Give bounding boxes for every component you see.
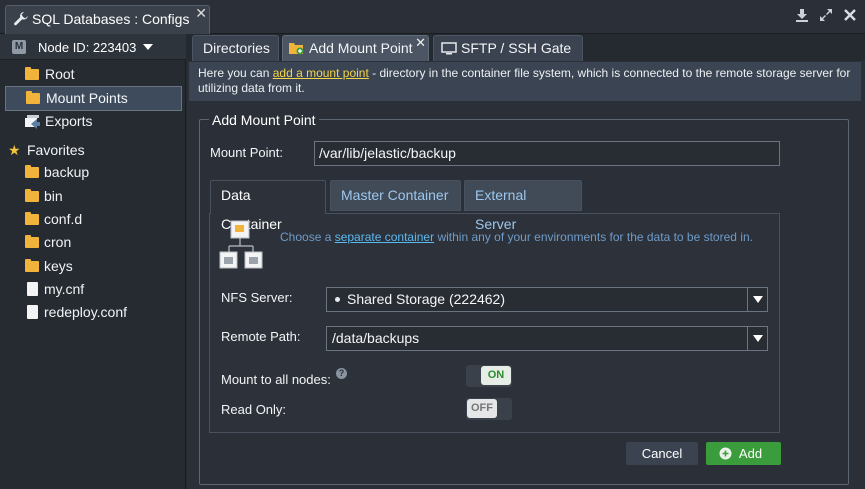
chevron-down-icon[interactable] <box>747 288 767 311</box>
favorite-item-bin[interactable]: bin <box>5 185 182 208</box>
star-icon: ★ <box>8 142 21 158</box>
sidebar-item-label: Exports <box>45 113 93 129</box>
nfs-server-select[interactable]: Shared Storage (222462) <box>326 287 768 312</box>
tab-add-mount-point[interactable]: Add Mount Point ✕ <box>282 35 429 61</box>
plus-circle-icon <box>719 447 732 460</box>
tab-master-container[interactable]: Master Container <box>330 180 461 211</box>
wrench-icon <box>14 12 28 26</box>
folder-add-icon <box>289 43 304 55</box>
close-icon[interactable]: ✕ <box>195 0 207 27</box>
favorite-label: my.cnf <box>44 281 85 297</box>
download-icon[interactable] <box>795 8 809 22</box>
container-tree-icon <box>219 220 263 269</box>
mount-all-nodes-toggle[interactable]: ON <box>466 365 512 387</box>
folder-icon <box>25 212 39 225</box>
file-icon <box>27 282 38 296</box>
favorite-label: conf.d <box>44 211 83 227</box>
favorites-header[interactable]: ★ Favorites <box>5 139 182 162</box>
toggle-state: ON <box>481 366 511 385</box>
chevron-down-icon <box>143 44 153 50</box>
window-tab[interactable]: SQL Databases : Configs ✕ <box>5 5 210 34</box>
close-window-icon[interactable] <box>843 8 857 22</box>
nfs-server-value: Shared Storage (222462) <box>347 291 505 307</box>
favorite-label: cron <box>44 234 72 250</box>
read-only-label: Read Only: <box>221 402 287 417</box>
exports-icon <box>25 115 40 129</box>
mount-point-label: Mount Point: <box>210 145 283 160</box>
cancel-button[interactable]: Cancel <box>626 442 698 465</box>
folder-icon <box>25 259 39 272</box>
tab-label: SFTP / SSH Gate <box>461 40 572 56</box>
sidebar-item-label: Root <box>45 66 75 82</box>
add-button[interactable]: Add <box>706 442 781 465</box>
favorite-label: backup <box>44 164 90 180</box>
mount-point-input[interactable]: /var/lib/jelastic/backup <box>314 141 780 166</box>
sidebar: M Node ID: 223403 Root Mount Points Expo… <box>0 34 186 489</box>
folder-icon <box>25 189 39 202</box>
mount-all-nodes-label: Mount to all nodes: <box>221 372 331 387</box>
favorite-item-conf-d[interactable]: conf.d <box>5 208 182 231</box>
monitor-icon <box>441 42 457 55</box>
favorites-label: Favorites <box>27 142 85 158</box>
separate-container-link[interactable]: separate container <box>335 230 434 244</box>
node-icon: M <box>12 40 26 54</box>
tab-bar: Directories Add Mount Point ✕ SFTP / SSH… <box>187 34 865 61</box>
nfs-server-label: NFS Server: <box>221 290 293 305</box>
hint-prefix: Choose a <box>280 230 335 244</box>
tab-data-container[interactable]: Data Container <box>210 180 326 232</box>
info-prefix: Here you can <box>198 66 273 80</box>
sidebar-item-exports[interactable]: Exports <box>5 110 182 133</box>
favorite-item-keys[interactable]: keys <box>5 255 182 278</box>
node-selector[interactable]: M Node ID: 223403 <box>0 34 186 60</box>
data-container-hint: Choose a separate container within any o… <box>280 230 760 245</box>
chevron-down-icon[interactable] <box>747 327 767 350</box>
favorite-item-backup[interactable]: backup <box>5 161 182 184</box>
inner-tab-label: Master Container <box>341 187 449 203</box>
tab-label: Directories <box>203 40 270 56</box>
favorite-label: keys <box>44 258 73 274</box>
folder-icon <box>25 67 39 80</box>
file-icon <box>27 305 38 319</box>
window-title: SQL Databases : Configs <box>32 11 190 27</box>
add-label: Add <box>738 446 763 461</box>
window-titlebar: SQL Databases : Configs ✕ <box>0 0 865 34</box>
tab-label: Add Mount Point <box>309 40 413 56</box>
remote-path-value: /data/backups <box>332 330 420 346</box>
hint-suffix: within any of your environments for the … <box>434 230 753 244</box>
favorite-item-my-cnf[interactable]: my.cnf <box>5 278 182 301</box>
main-panel: Directories Add Mount Point ✕ SFTP / SSH… <box>187 34 865 489</box>
favorite-label: redeploy.conf <box>44 304 128 320</box>
maximize-icon[interactable] <box>819 8 833 22</box>
remote-path-select[interactable]: /data/backups <box>326 326 768 351</box>
sidebar-item-label: Mount Points <box>46 90 128 106</box>
favorite-item-redeploy-conf[interactable]: redeploy.conf <box>5 301 182 324</box>
read-only-toggle[interactable]: OFF <box>466 398 512 420</box>
node-label: Node ID: 223403 <box>38 40 137 55</box>
configs-window: SQL Databases : Configs ✕ M Node ID: 223… <box>0 0 865 489</box>
tab-external-server[interactable]: External Server <box>464 180 582 232</box>
favorite-label: bin <box>44 188 63 204</box>
window-controls <box>795 8 857 22</box>
info-banner: Here you can add a mount point - directo… <box>189 62 861 101</box>
help-icon[interactable]: ? <box>336 368 347 379</box>
bullet-icon <box>335 296 340 302</box>
folder-icon <box>25 235 39 248</box>
remote-path-label: Remote Path: <box>221 329 301 344</box>
tab-sftp-ssh-gate[interactable]: SFTP / SSH Gate <box>433 35 583 61</box>
toggle-state: OFF <box>467 399 497 418</box>
folder-icon <box>26 91 40 104</box>
fieldset-legend: Add Mount Point <box>209 112 319 128</box>
sidebar-item-root[interactable]: Root <box>5 63 182 86</box>
favorite-item-cron[interactable]: cron <box>5 231 182 254</box>
folder-icon <box>25 165 39 178</box>
tab-directories[interactable]: Directories <box>192 35 279 61</box>
sidebar-item-mount-points[interactable]: Mount Points <box>5 86 182 111</box>
add-mount-point-link[interactable]: add a mount point <box>273 66 369 80</box>
close-icon[interactable]: ✕ <box>415 31 426 55</box>
